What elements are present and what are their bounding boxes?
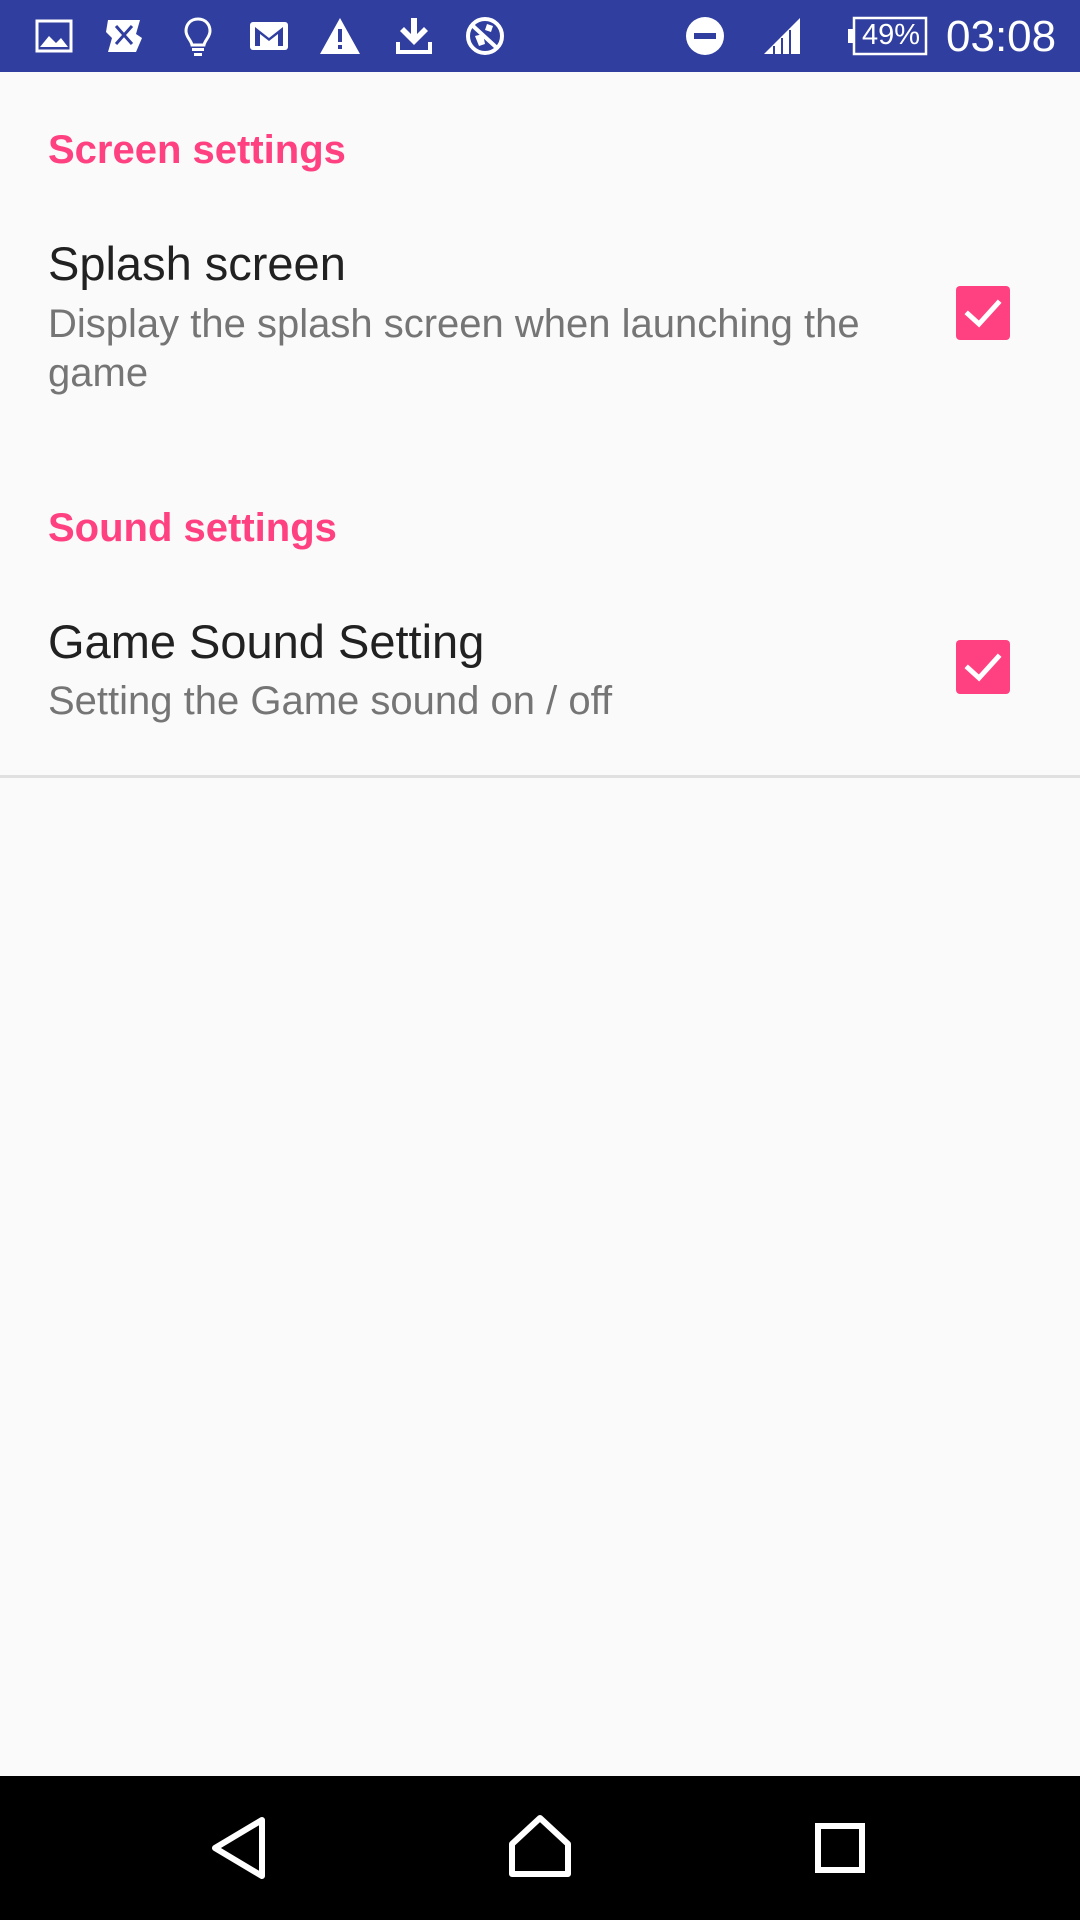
do-not-disturb-icon xyxy=(683,14,727,58)
pref-game-sound-title: Game Sound Setting xyxy=(48,615,485,668)
check-icon xyxy=(964,299,1002,328)
signal-icon xyxy=(760,14,804,58)
clock: 03:08 xyxy=(946,12,1057,61)
game-sound-checkbox[interactable] xyxy=(956,640,1010,694)
list-divider xyxy=(0,775,1080,778)
home-icon[interactable] xyxy=(490,1798,590,1898)
section-header-screen-settings: Screen settings xyxy=(48,128,346,172)
pref-game-sound-summary: Setting the Game sound on / off xyxy=(48,679,613,723)
pref-splash-screen-title: Splash screen xyxy=(48,237,346,290)
app-icon xyxy=(102,14,146,58)
battery-level: 49% xyxy=(861,19,921,51)
status-bar: 49% 03:08 xyxy=(0,0,1080,72)
splash-screen-checkbox[interactable] xyxy=(956,286,1010,340)
warning-icon xyxy=(318,14,362,58)
back-icon[interactable] xyxy=(190,1798,290,1898)
image-icon xyxy=(32,14,76,58)
pref-splash-screen-summary: Display the splash screen when launching… xyxy=(48,302,860,395)
gmail-icon xyxy=(247,14,291,58)
download-icon xyxy=(392,14,436,58)
navigation-bar xyxy=(0,1776,1080,1920)
recents-icon[interactable] xyxy=(790,1798,890,1898)
vpn-icon xyxy=(463,14,507,58)
check-icon xyxy=(964,653,1002,682)
lightbulb-icon xyxy=(176,14,220,58)
settings-list: Screen settings Splash screen Display th… xyxy=(0,72,1080,1776)
section-header-sound-settings: Sound settings xyxy=(48,506,337,550)
